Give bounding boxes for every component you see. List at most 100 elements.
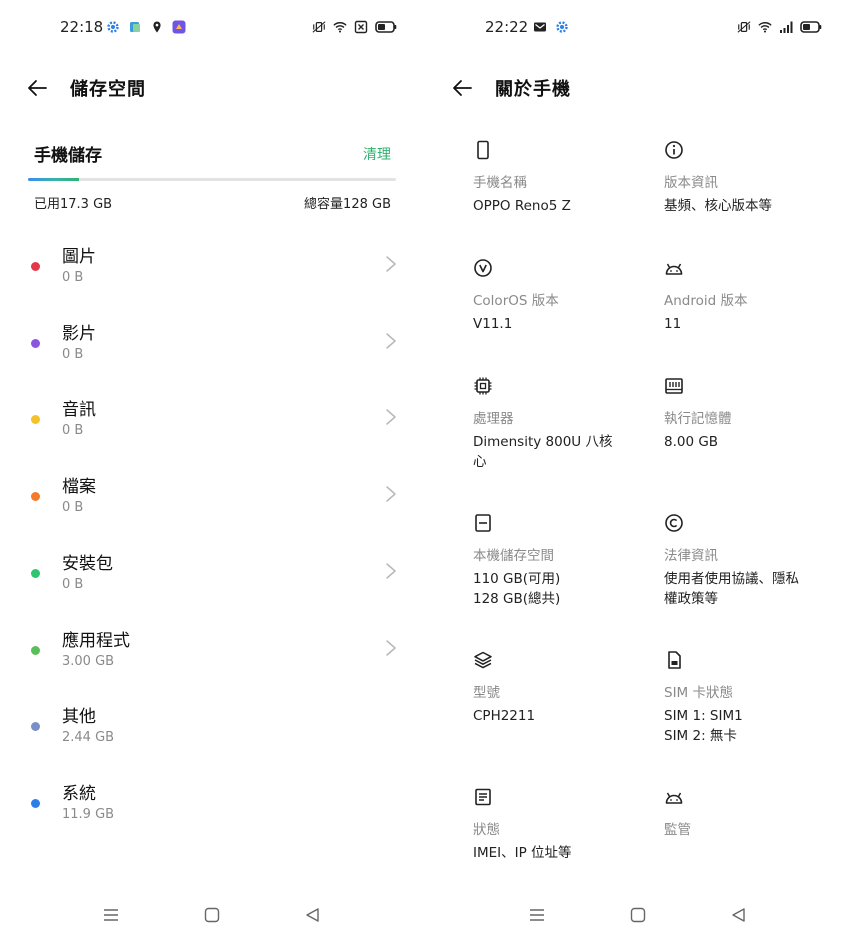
storage-usage-fill <box>28 178 80 181</box>
sim-icon <box>668 651 681 669</box>
storage-screen: 22:18 儲存空間 手機儲存 清理 已用17.3 GB 總容量128 GB 圖… <box>0 0 425 942</box>
about-item-label: 處理器 <box>473 411 514 427</box>
about-item[interactable]: 版本資訊基頻、核心版本等 <box>664 140 844 216</box>
about-phone-screen: 22:22 關於手機 手機名稱 OPPO Reno5 Z 版本資訊 基頻、核心版本等 C… <box>425 0 850 942</box>
back-icon[interactable] <box>730 906 748 924</box>
about-item-value: OPPO Reno5 Z <box>473 198 571 214</box>
about-item-label: 執行記憶體 <box>664 411 732 427</box>
category-size: 11.9 GB <box>62 806 115 822</box>
category-color-dot <box>31 492 40 502</box>
category-color-dot <box>31 568 40 578</box>
home-icon[interactable] <box>629 906 647 924</box>
storage-category-item[interactable]: 檔案 0 B <box>0 470 425 530</box>
storage-category-item[interactable]: 音訊 0 B <box>0 393 425 453</box>
page-title: 關於手機 <box>495 79 571 100</box>
chevron-right-icon <box>386 332 396 349</box>
chevron-right-icon <box>386 486 396 502</box>
storage-category-item[interactable]: 系統 11.9 GB <box>0 777 425 837</box>
chevron-right-icon <box>386 256 396 272</box>
app-notification-icon <box>130 22 140 32</box>
about-item[interactable]: 手機名稱 OPPO Reno5 Z <box>473 140 653 216</box>
storage-category-item[interactable]: 應用程式 3.00 GB <box>0 624 425 684</box>
category-size: 0 B <box>62 500 84 516</box>
about-item-value: CPH2211 <box>473 708 536 724</box>
battery-icon <box>800 21 822 33</box>
about-item-label: 法律資訊 <box>664 548 718 564</box>
storage-summary-header: 手機儲存 清理 <box>34 141 391 166</box>
about-item[interactable]: SIM 卡狀態 SIM 1: SIM1 SIM 2: 無卡 <box>664 650 844 746</box>
about-item-value: 110 GB(可用) 128 GB(總共) <box>473 571 561 607</box>
notification-icons <box>533 20 569 34</box>
category-color-dot <box>31 722 40 732</box>
storage-category-item[interactable]: 影片 0 B <box>0 317 425 377</box>
about-item-label: ColorOS 版本 <box>473 293 559 309</box>
mail-icon <box>534 22 546 32</box>
menu-icon[interactable] <box>102 906 120 924</box>
page-header: 關於手機 <box>451 72 824 104</box>
processor-icon <box>474 377 492 395</box>
no-sim-icon <box>354 20 368 34</box>
wifi-icon <box>333 22 347 33</box>
about-item[interactable]: 監管 <box>664 787 844 843</box>
status-time: 22:18 <box>60 18 104 36</box>
about-item-value: 8.00 GB <box>664 434 719 450</box>
status-time: 22:22 <box>485 18 529 36</box>
storage-category-item[interactable]: 其他 2.44 GB <box>0 700 425 760</box>
settings-icon <box>107 21 119 33</box>
about-item[interactable]: ColorOS 版本 V11.1 <box>473 258 653 334</box>
category-size: 0 B <box>62 270 84 285</box>
category-size: 3.00 GB <box>62 653 115 669</box>
category-size: 0 B <box>62 423 84 439</box>
wifi-icon <box>758 22 772 33</box>
storage-usage-bar <box>28 178 396 181</box>
about-item-value: SIM 1: SIM1 SIM 2: 無卡 <box>664 708 743 744</box>
about-item-label: 版本資訊 <box>664 175 718 191</box>
back-icon[interactable] <box>304 906 322 924</box>
status-bar: 22:18 <box>0 14 425 42</box>
category-size: 0 B <box>62 346 84 362</box>
about-item[interactable]: 執行記憶體 8.00 GB <box>664 376 844 452</box>
category-size: 2.44 GB <box>62 730 115 746</box>
about-item[interactable]: 型號 CPH2211 <box>473 650 653 726</box>
about-item-value: IMEI、IP 位址等 <box>473 845 572 861</box>
about-item[interactable]: 法律資訊使用者使用協議、隱私 權政策等 <box>664 513 844 609</box>
category-name: 圖片 <box>62 247 96 267</box>
total-storage-label: 總容量128 GB <box>304 197 391 212</box>
app-shortcut-icon <box>172 20 186 34</box>
back-arrow-icon[interactable] <box>451 77 473 99</box>
memory-icon <box>665 378 683 394</box>
system-icons <box>737 20 822 34</box>
android-icon <box>665 263 683 275</box>
about-item[interactable]: 本機儲存空間 110 GB(可用) 128 GB(總共) <box>473 513 653 609</box>
battery-icon <box>375 21 397 33</box>
about-item-value: Dimensity 800U 八核 心 <box>473 434 613 470</box>
location-icon <box>153 21 161 33</box>
coloros-icon <box>474 259 492 277</box>
about-item-value: 基頻、核心版本等 <box>664 198 772 214</box>
category-size: 0 B <box>62 576 84 592</box>
about-item-label: 狀態 <box>473 822 500 838</box>
about-item-label: SIM 卡狀態 <box>664 685 733 701</box>
phone-icon <box>477 140 489 160</box>
clean-button[interactable]: 清理 <box>363 144 391 164</box>
category-color-dot <box>31 798 40 808</box>
home-icon[interactable] <box>203 906 221 924</box>
navigation-bar <box>0 900 425 928</box>
about-item-value: 11 <box>664 316 682 332</box>
back-arrow-icon[interactable] <box>26 77 48 99</box>
storage-category-item[interactable]: 圖片 0 B <box>0 240 425 300</box>
about-item-label: 本機儲存空間 <box>473 548 554 564</box>
storage-category-item[interactable]: 安裝包 0 B <box>0 547 425 607</box>
storage-icon <box>475 514 491 532</box>
system-icons <box>312 20 397 34</box>
page-title: 儲存空間 <box>70 79 146 100</box>
about-item-value: 使用者使用協議、隱私 權政策等 <box>664 571 799 607</box>
category-color-dot <box>31 338 40 348</box>
about-item[interactable]: 狀態 IMEI、IP 位址等 <box>473 787 653 863</box>
about-item[interactable]: 處理器 Dimensity 800U 八核 心 <box>473 376 653 472</box>
about-item[interactable]: Android 版本 11 <box>664 258 844 334</box>
chevron-right-icon <box>386 409 396 426</box>
about-item-label: 手機名稱 <box>473 175 527 191</box>
notification-icons <box>106 20 186 34</box>
menu-icon[interactable] <box>528 906 546 924</box>
